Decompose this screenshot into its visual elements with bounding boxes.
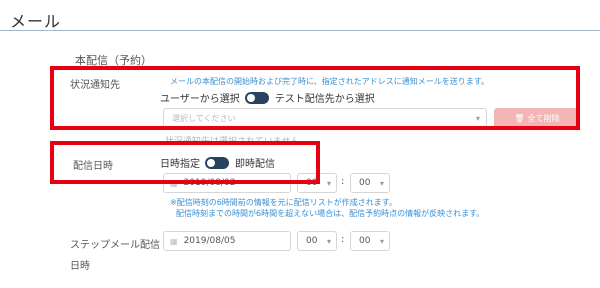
schedule-minute-select[interactable]: 00 ▾	[350, 173, 390, 193]
highlight-frame-schedule	[50, 141, 320, 184]
title-divider	[0, 30, 600, 31]
step-hour-value: 00	[306, 236, 318, 246]
highlight-frame-notify	[50, 66, 580, 130]
time-separator: :	[341, 234, 345, 245]
step-minute-value: 00	[359, 236, 371, 246]
step-date-value: 2019/08/05	[183, 236, 236, 246]
step-minute-select[interactable]: 00 ▾	[350, 231, 390, 251]
step-date-input[interactable]: ▦ 2019/08/05	[163, 231, 291, 251]
step-hour-select[interactable]: 00 ▾	[297, 231, 337, 251]
chevron-down-icon: ▾	[326, 178, 331, 188]
step-label-line2: 日時	[70, 261, 90, 272]
chevron-down-icon: ▾	[326, 236, 331, 246]
time-separator: :	[341, 176, 345, 187]
schedule-note-1: ※配信時刻の6時間前の情報を元に配信リストが作成されます。	[170, 198, 397, 207]
schedule-minute-value: 00	[359, 178, 371, 188]
calendar-icon: ▦	[170, 236, 178, 246]
chevron-down-icon: ▾	[379, 236, 384, 246]
step-label-line1: ステップメール配信	[70, 240, 160, 251]
page-title: メール	[10, 12, 62, 31]
schedule-note-2: 配信時刻までの時間が6時間を超えない場合は、配信予約時点の情報が反映されます。	[176, 209, 485, 218]
chevron-down-icon: ▾	[379, 178, 384, 188]
